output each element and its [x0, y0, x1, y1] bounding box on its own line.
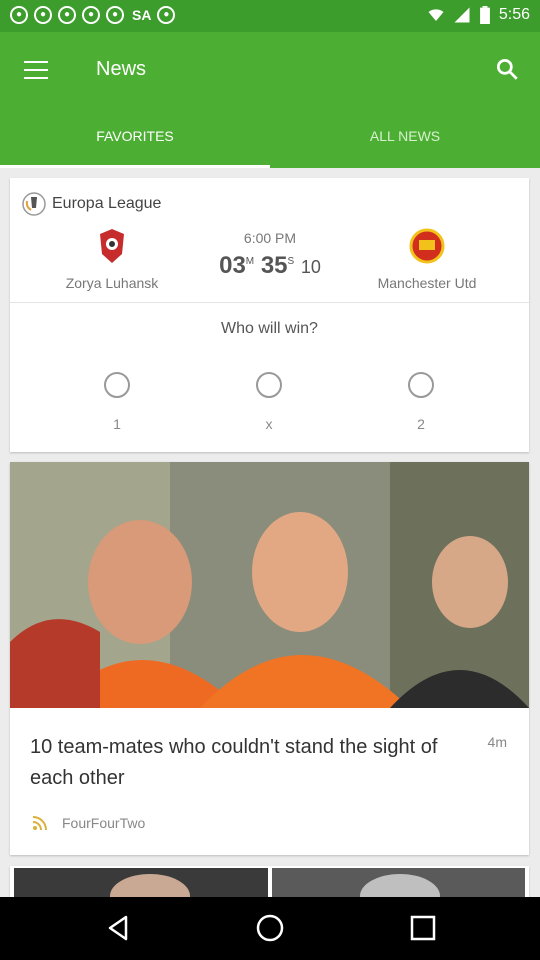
wifi-icon: [428, 9, 444, 21]
menu-button[interactable]: [24, 58, 48, 79]
carrier-label: SA: [132, 7, 152, 23]
kickoff-time: 6:00 PM: [243, 230, 297, 246]
next-article-card[interactable]: [10, 866, 529, 897]
tab-all-news[interactable]: ALL NEWS: [270, 116, 540, 168]
card-divider: [10, 302, 529, 303]
home-team-name: Zorya Luhansk: [65, 275, 159, 291]
status-bar: ● ● ● ● ● SA ● 5:56: [0, 0, 540, 32]
navigation-bar: [0, 897, 540, 960]
choice-label: 2: [417, 416, 425, 432]
article-headline[interactable]: 10 team-mates who couldn't stand the sig…: [30, 732, 450, 794]
countdown: 03M 35S 10: [210, 252, 330, 280]
app-bar: News FAVORITES ALL NEWS: [0, 32, 540, 168]
hamburger-menu-icon: [24, 61, 48, 63]
choice-away[interactable]: 2: [381, 372, 461, 432]
back-icon[interactable]: [104, 913, 134, 943]
minutes-unit: M: [245, 256, 255, 267]
soccer-ball-icon: ●: [10, 6, 28, 24]
tab-favorites[interactable]: FAVORITES: [0, 116, 270, 168]
countdown-extra: 10: [300, 257, 321, 277]
home-team: Zorya Luhansk: [37, 228, 187, 291]
manchester-utd-crest-icon: [409, 228, 445, 264]
notification-icons: ● ● ● ● ● SA ●: [10, 6, 176, 24]
league-name: Europa League: [52, 195, 162, 212]
choice-label: 1: [113, 416, 121, 432]
rss-icon: [32, 816, 47, 831]
choice-label: x: [265, 416, 273, 432]
recents-icon[interactable]: [408, 913, 438, 943]
article-image[interactable]: [10, 462, 529, 708]
next-article-image[interactable]: [10, 866, 529, 897]
away-team-name: Manchester Utd: [377, 275, 477, 291]
seconds-unit: S: [287, 256, 295, 267]
zorya-luhansk-crest-icon: [100, 229, 124, 263]
status-right: 5:56: [427, 6, 530, 24]
countdown-seconds: 35: [260, 252, 288, 279]
match-card[interactable]: Europa League Zorya Luhansk 6:00 PM 03M …: [10, 178, 529, 452]
article-card[interactable]: 10 team-mates who couldn't stand the sig…: [10, 462, 529, 855]
soccer-ball-icon: ●: [34, 6, 52, 24]
soccer-ball-icon: ●: [157, 6, 176, 24]
radio-button[interactable]: [256, 372, 282, 398]
poll-question: Who will win?: [221, 320, 318, 337]
away-team: Manchester Utd: [352, 228, 502, 291]
countdown-minutes: 03: [219, 252, 246, 279]
choice-draw[interactable]: x: [229, 372, 309, 432]
radio-button[interactable]: [408, 372, 434, 398]
article-age: 4m: [487, 734, 507, 750]
league-header: Europa League: [22, 192, 161, 216]
europa-league-logo-icon: [22, 192, 46, 216]
clock: 5:56: [498, 6, 530, 23]
battery-icon: [479, 6, 490, 24]
home-icon[interactable]: [255, 913, 285, 943]
article-source: FourFourTwo: [32, 815, 145, 831]
page-title: News: [96, 58, 147, 80]
choice-home[interactable]: 1: [77, 372, 157, 432]
soccer-ball-icon: ●: [82, 6, 100, 24]
soccer-ball-icon: ●: [106, 6, 124, 24]
soccer-ball-icon: ●: [58, 6, 76, 24]
tab-bar: FAVORITES ALL NEWS: [0, 116, 540, 168]
signal-icon: [454, 7, 470, 23]
search-button[interactable]: [494, 56, 520, 82]
radio-button[interactable]: [104, 372, 130, 398]
search-icon: [496, 58, 518, 80]
source-name: FourFourTwo: [62, 815, 146, 831]
